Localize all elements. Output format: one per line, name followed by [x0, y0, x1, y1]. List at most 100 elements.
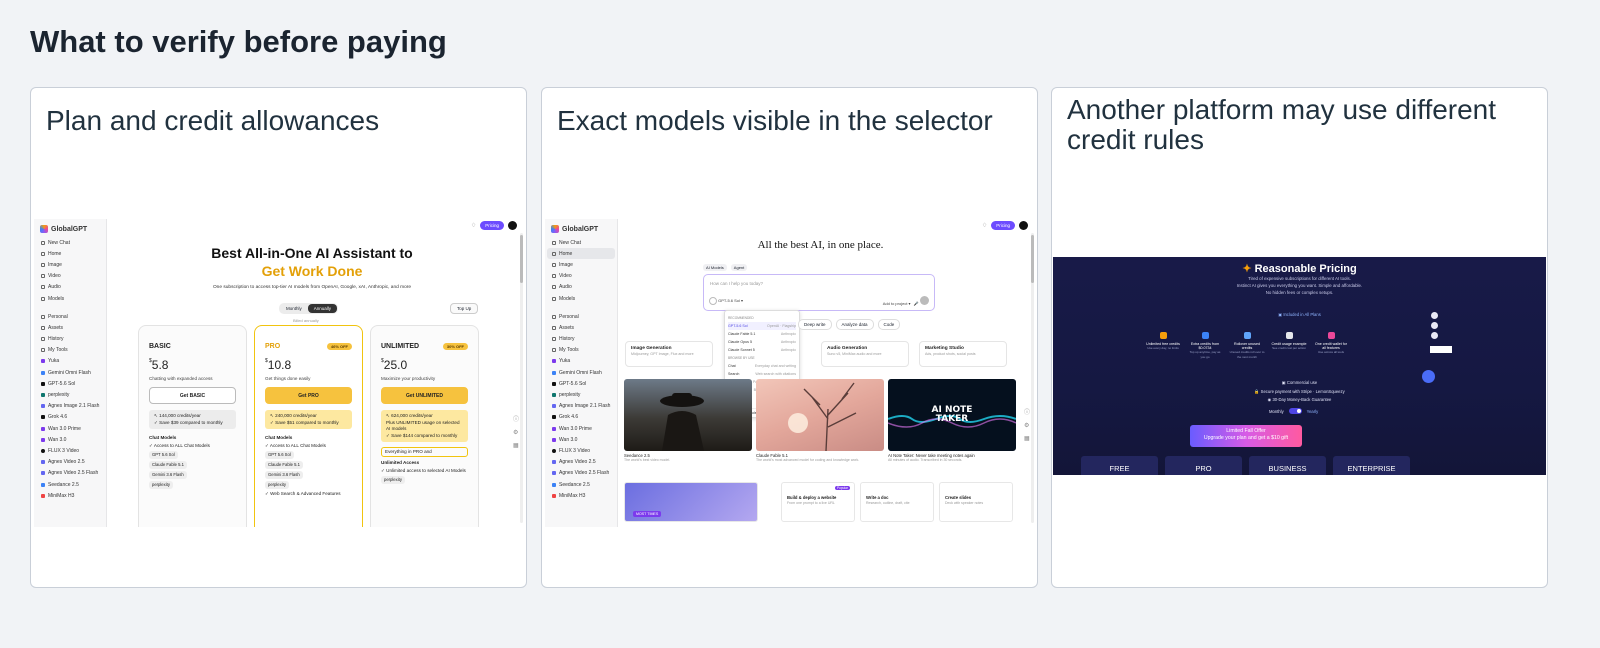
sidebar-model[interactable]: Seedance 2.5: [34, 479, 106, 490]
feature-card[interactable]: Marketing Studio Ads, product shots, soci…: [919, 341, 1007, 367]
sidebar-item-new-chat[interactable]: New Chat: [545, 237, 617, 248]
bottom-card-avatar[interactable]: MOST TIMES: [624, 482, 758, 522]
fall-offer-banner[interactable]: Limited Fall Offer Upgrade your plan and …: [1190, 425, 1302, 447]
sidebar-model[interactable]: Wan 3.0: [34, 434, 106, 445]
sidebar-item-audio[interactable]: Audio: [34, 282, 106, 293]
search-input[interactable]: [1430, 346, 1452, 353]
sidebar-model[interactable]: Wan 3.0 Prime: [34, 423, 106, 434]
sidebar-model[interactable]: Agnes Video 2.5 Flash: [545, 468, 617, 479]
pricing-button[interactable]: Pricing: [991, 221, 1015, 230]
sidebar-model[interactable]: GPT-5.6 Sol: [545, 378, 617, 389]
tier-pro[interactable]: PRO: [1165, 456, 1242, 475]
sidebar-item-history[interactable]: History: [34, 334, 106, 345]
bell-icon[interactable]: ♢: [982, 222, 987, 229]
sidebar-model[interactable]: MiniMax H3: [34, 490, 106, 501]
sidebar-item-my-tools[interactable]: My Tools: [34, 345, 106, 356]
model-option[interactable]: GPT-5.6 Sol OpenAI · Flagship: [728, 322, 796, 330]
get-pro-button[interactable]: Get PRO: [265, 387, 352, 404]
sidebar-model[interactable]: perplexity: [34, 389, 106, 400]
monthly-option[interactable]: Monthly: [280, 304, 308, 313]
feature-card[interactable]: Image Generation Midjourney, GPT Image, F…: [625, 341, 713, 367]
tier-enterprise[interactable]: ENTERPRISE: [1333, 456, 1410, 475]
tier-business[interactable]: BUSINESS: [1249, 456, 1326, 475]
tool-code[interactable]: Code: [877, 319, 901, 330]
sidebar-item-video[interactable]: Video: [34, 271, 106, 282]
billing-toggle[interactable]: Monthly Annually: [279, 303, 339, 314]
sidebar-model[interactable]: Seedance 2.5: [545, 479, 617, 490]
plus-icon[interactable]: [709, 297, 717, 305]
settings-icon[interactable]: ⚙: [513, 429, 519, 436]
sidebar-model[interactable]: perplexity: [545, 389, 617, 400]
bottom-card[interactable]: Popular Build & deploy a website From one …: [781, 482, 855, 522]
sidebar-item-image[interactable]: Image: [34, 259, 106, 270]
rail-icon[interactable]: [1431, 322, 1438, 329]
sidebar-model[interactable]: Agnes Image 2.1 Flash: [545, 401, 617, 412]
sidebar-model[interactable]: Grok 4.6: [34, 412, 106, 423]
sidebar-item-audio[interactable]: Audio: [545, 282, 617, 293]
rail-icon[interactable]: [1431, 312, 1438, 319]
sidebar-model[interactable]: GPT-5.6 Sol: [34, 378, 106, 389]
sidebar-item-new-chat[interactable]: New Chat: [34, 237, 106, 248]
sidebar-model[interactable]: Agnes Video 2.5 Flash: [34, 468, 106, 479]
help-icon[interactable]: ⓘ: [1024, 407, 1030, 416]
model-select[interactable]: GPT-5.6 Sol: [718, 298, 740, 303]
sidebar-model[interactable]: MiniMax H3: [545, 490, 617, 501]
chat-bubble-icon[interactable]: [1422, 370, 1435, 383]
settings-icon[interactable]: ⚙: [1024, 422, 1030, 429]
get-unlimited-button[interactable]: Get UNLIMITED: [381, 387, 468, 404]
sidebar-item-yuka[interactable]: Yuka: [545, 356, 617, 367]
annually-option[interactable]: Annually: [307, 304, 338, 313]
sidebar-item-history[interactable]: History: [545, 334, 617, 345]
help-icon[interactable]: ⓘ: [513, 414, 519, 423]
tab-ai-models[interactable]: AI Models: [703, 264, 727, 271]
sidebar-model[interactable]: Gemini Omni Flash: [545, 367, 617, 378]
sidebar-item-home[interactable]: Home: [547, 248, 615, 260]
pricing-button[interactable]: Pricing: [480, 221, 504, 230]
sidebar-item-assets[interactable]: Assets: [545, 322, 617, 333]
gallery-seedance[interactable]: [624, 379, 752, 451]
tool-deep-write[interactable]: Deep write: [798, 319, 832, 330]
scrollbar[interactable]: [520, 233, 523, 523]
sidebar-item-personal[interactable]: Personal: [34, 311, 106, 322]
avatar[interactable]: [1019, 221, 1028, 230]
sidebar-model[interactable]: Agnes Image 2.1 Flash: [34, 401, 106, 412]
avatar[interactable]: [508, 221, 517, 230]
scrollbar[interactable]: [1031, 233, 1034, 523]
send-button[interactable]: [920, 296, 929, 305]
gallery-claude[interactable]: [756, 379, 884, 451]
model-option[interactable]: Claude Fable 5.1 Anthropic: [728, 330, 796, 338]
bell-icon[interactable]: ♢: [471, 222, 476, 229]
sidebar-model[interactable]: Agnes Video 2.5: [34, 457, 106, 468]
sidebar-model[interactable]: Gemini Omni Flash: [34, 367, 106, 378]
mic-icon[interactable]: 🎤: [914, 301, 919, 306]
tool-analyze-data[interactable]: Analyze data: [835, 319, 874, 330]
sidebar-model[interactable]: Agnes Video 2.5: [545, 457, 617, 468]
sidebar-model[interactable]: FLUX 3 Video: [34, 445, 106, 456]
sidebar-model[interactable]: Grok 4.6: [545, 412, 617, 423]
sidebar-item-image[interactable]: Image: [545, 259, 617, 270]
sidebar-item-personal[interactable]: Personal: [545, 311, 617, 322]
sidebar-item-home[interactable]: Home: [34, 248, 106, 259]
sidebar-item-video[interactable]: Video: [545, 271, 617, 282]
sidebar-model[interactable]: Wan 3.0: [545, 434, 617, 445]
sidebar-item-models[interactable]: Models: [34, 293, 106, 304]
billing-toggle[interactable]: Monthly Yearly: [1269, 408, 1318, 414]
grid-icon[interactable]: ▦: [1024, 435, 1030, 442]
prompt-input[interactable]: How can I help you today? GPT-5.6 Sol ▾ …: [703, 274, 935, 311]
grid-icon[interactable]: ▦: [513, 442, 519, 449]
sidebar-model[interactable]: FLUX 3 Video: [545, 445, 617, 456]
sidebar-item-assets[interactable]: Assets: [34, 322, 106, 333]
rail-icon[interactable]: [1431, 332, 1438, 339]
use-option[interactable]: Search Web search with citations: [728, 370, 796, 378]
sidebar-model[interactable]: Wan 3.0 Prime: [545, 423, 617, 434]
bottom-card[interactable]: Write a doc Research, outline, draft, cit…: [860, 482, 934, 522]
gallery-note-taker[interactable]: AI NOTE TAKER: [888, 379, 1016, 451]
feature-card[interactable]: Audio Generation Suno v5, MiniMax audio a…: [821, 341, 909, 367]
tier-free[interactable]: FREE: [1081, 456, 1158, 475]
sidebar-item-my-tools[interactable]: My Tools: [545, 345, 617, 356]
sidebar-item-yuka[interactable]: Yuka: [34, 356, 106, 367]
add-to-project[interactable]: Add to project: [883, 301, 908, 306]
top-up-button[interactable]: Top Up: [450, 303, 479, 314]
bottom-card[interactable]: Create slides Deck with speaker notes: [939, 482, 1013, 522]
tab-agent[interactable]: Agent: [730, 264, 748, 271]
